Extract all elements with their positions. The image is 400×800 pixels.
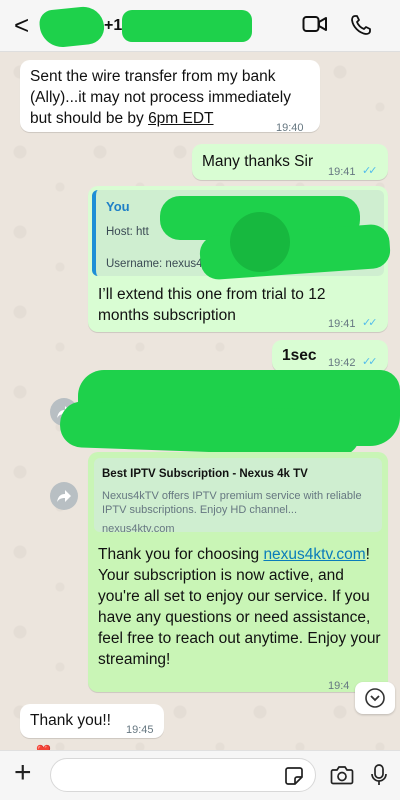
camera-icon[interactable] — [330, 764, 354, 791]
message-bubble-outgoing[interactable]: Many thanks Sir 19:41 ✓✓ — [192, 144, 388, 180]
read-receipt-icon: ✓✓ — [362, 317, 378, 329]
quoted-author: You — [106, 199, 130, 214]
link-preview-description: Nexus4kTV offers IPTV premium service wi… — [102, 490, 362, 516]
message-input[interactable] — [50, 758, 316, 792]
link-preview-title: Best IPTV Subscription - Nexus 4k TV — [102, 468, 308, 480]
link-preview-url: nexus4ktv.com — [102, 523, 175, 535]
message-text: I’ll extend this one from trial to 12 mo… — [98, 286, 326, 324]
back-arrow-icon[interactable]: < — [14, 12, 29, 38]
message-text: Thank you!! — [30, 712, 111, 729]
message-bubble-incoming[interactable]: Sent the wire transfer from my bank (All… — [20, 60, 320, 134]
redacted-contact-name — [122, 10, 252, 42]
message-time: 19:4 — [328, 680, 350, 692]
chat-area[interactable]: Sent the wire transfer from my bank (All… — [0, 52, 400, 750]
message-text: 1sec — [282, 347, 317, 364]
scroll-down-button[interactable] — [355, 682, 395, 714]
message-time: 19:40 — [276, 122, 304, 134]
forward-icon[interactable] — [50, 482, 78, 510]
message-time: 19:41 — [328, 318, 356, 330]
message-bubble-outgoing[interactable]: Best IPTV Subscription - Nexus 4k TV Nex… — [88, 452, 388, 692]
video-call-icon[interactable] — [302, 14, 328, 39]
chat-header: < +1 — [0, 0, 400, 52]
message-bubble-incoming[interactable]: Thank you!! 19:45 — [20, 704, 164, 738]
message-time: 19:45 — [126, 724, 154, 736]
sticker-icon[interactable] — [284, 766, 304, 791]
phone-call-icon[interactable] — [350, 14, 372, 41]
redacted-message — [59, 400, 361, 458]
redaction-mark — [230, 212, 290, 272]
message-text: Thank you for choosing nexus4ktv.com! Yo… — [98, 546, 381, 668]
contact-phone-prefix: +1 — [104, 17, 123, 34]
redacted-avatar — [38, 4, 106, 50]
message-time: 19:41 — [328, 166, 356, 178]
message-text-underlined: 6pm EDT — [148, 110, 214, 127]
read-receipt-icon: ✓✓ — [362, 165, 378, 177]
message-link[interactable]: nexus4ktv.com — [263, 546, 365, 563]
message-text: Sent the wire transfer from my bank (All… — [30, 68, 291, 127]
message-bubble-outgoing[interactable]: 1sec 19:42 ✓✓ — [272, 340, 388, 372]
quoted-host: Host: htt — [106, 226, 149, 238]
microphone-icon[interactable] — [370, 763, 388, 792]
link-preview[interactable]: Best IPTV Subscription - Nexus 4k TV Nex… — [94, 458, 382, 535]
plus-icon[interactable]: + — [14, 758, 32, 788]
composer-bar: + — [0, 750, 400, 800]
message-text: Many thanks Sir — [202, 153, 314, 170]
